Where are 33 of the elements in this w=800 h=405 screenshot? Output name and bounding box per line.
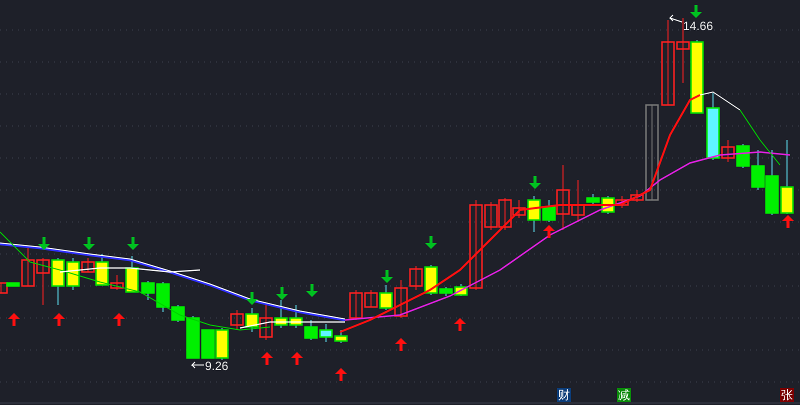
down-arrow-icon <box>381 270 393 283</box>
event-marker[interactable]: 减 <box>617 388 631 402</box>
up-arrow-icon <box>782 215 794 228</box>
up-arrow-icon <box>113 313 125 326</box>
down-arrow-icon <box>306 284 318 297</box>
leader-line <box>190 362 204 368</box>
candlestick <box>36 258 50 306</box>
down-arrow-icon <box>38 237 50 250</box>
up-arrow-icon <box>53 313 65 326</box>
candlestick <box>319 324 333 342</box>
up-arrow-icon <box>261 352 273 365</box>
up-arrow-icon <box>543 225 555 238</box>
down-arrow-icon <box>276 287 288 300</box>
down-arrow-icon <box>690 5 702 18</box>
up-arrow-icon <box>8 313 20 326</box>
down-arrow-icon <box>529 176 541 189</box>
down-arrow-icon <box>83 237 95 250</box>
down-arrow-icon <box>425 236 437 249</box>
leader-line <box>669 14 682 22</box>
event-marker[interactable]: 张 <box>780 388 794 402</box>
candlestick <box>274 300 288 328</box>
up-arrow-icon <box>454 318 466 331</box>
price-label: 9.26 <box>205 359 228 373</box>
candlestick <box>334 330 348 344</box>
up-arrow-icon <box>335 368 347 381</box>
up-arrow-icon <box>395 338 407 351</box>
price-label: 14.66 <box>683 19 714 33</box>
down-arrow-icon <box>127 237 139 250</box>
candlestick <box>289 304 303 328</box>
candlestick <box>304 320 318 340</box>
down-arrow-icon <box>246 292 258 305</box>
up-arrow-icon <box>291 352 303 365</box>
event-marker[interactable]: 财 <box>557 388 571 402</box>
